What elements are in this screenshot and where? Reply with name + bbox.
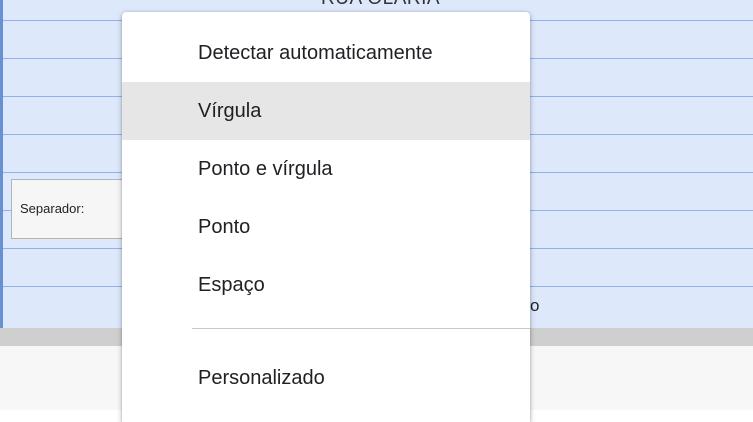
grid-cell-fragment: o [530,296,540,315]
menu-item-ponto[interactable]: Ponto [122,198,530,256]
menu-item-virgula[interactable]: Vírgula [122,82,530,140]
separator-options-menu: Detectar automaticamente Vírgula Ponto e… [122,12,530,422]
menu-item-espaco[interactable]: Espaço [122,256,530,314]
grid-cell-address: RUA OLARIA [321,0,440,10]
menu-item-personalizado[interactable]: Personalizado [122,349,530,407]
menu-divider [192,328,530,329]
menu-item-ponto-e-virgula[interactable]: Ponto e vírgula [122,140,530,198]
separator-label: Separador: [20,201,85,216]
menu-item-detectar-automaticamente[interactable]: Detectar automaticamente [122,24,530,82]
